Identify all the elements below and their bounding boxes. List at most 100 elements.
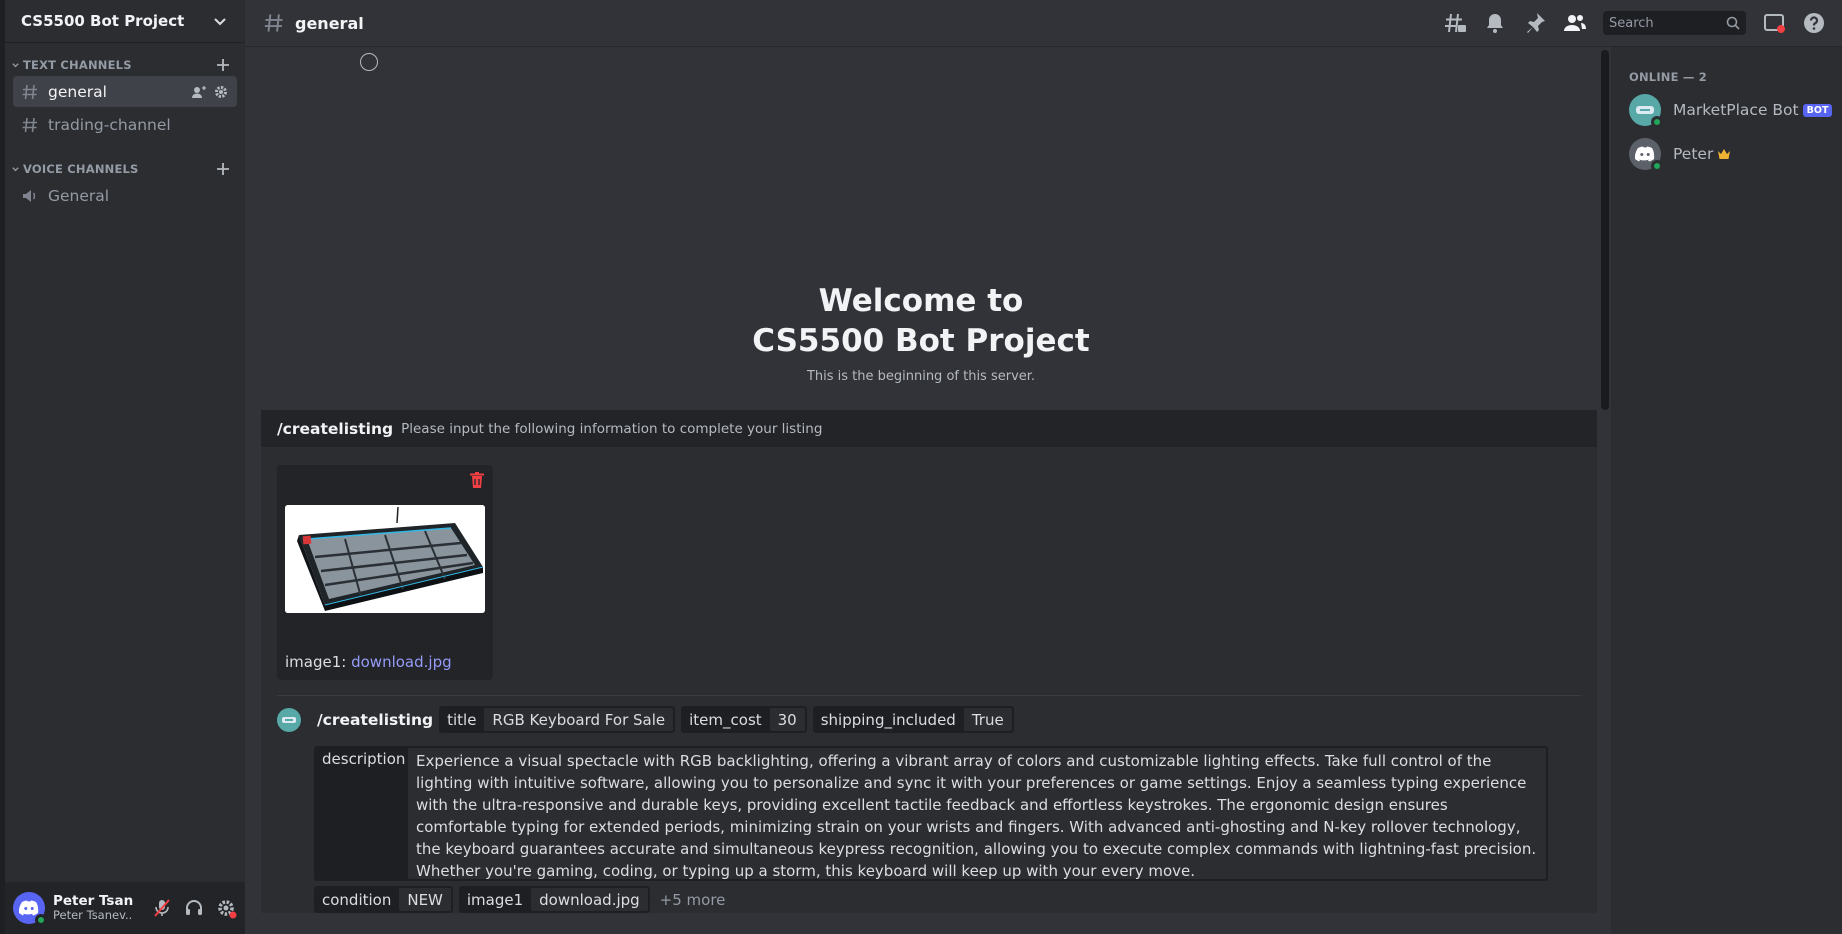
attachment-image[interactable] — [285, 505, 485, 613]
bot-badge: BOT — [1802, 103, 1833, 117]
server-header[interactable]: CS5500 Bot Project — [5, 0, 245, 43]
server-sidebar: CS5500 Bot Project TEXT CHANNELS general… — [5, 0, 245, 934]
invite-icon[interactable] — [191, 84, 207, 100]
voice-channels-category[interactable]: VOICE CHANNELS — [5, 160, 245, 178]
member-list: ONLINE — 2 MarketPlace Bot BOT Peter — [1611, 47, 1842, 934]
inbox-icon[interactable] — [1762, 11, 1786, 35]
attachment-key: image1: — [285, 653, 347, 671]
search-input[interactable]: Search — [1603, 11, 1746, 35]
slash-command-composer: /createlisting Please input the followin… — [261, 410, 1597, 913]
option-item-cost-chip[interactable]: item_cost 30 — [681, 706, 807, 733]
discord-logo-icon — [19, 900, 39, 916]
loading-spinner-icon — [360, 53, 378, 71]
online-heading: ONLINE — 2 — [1629, 70, 1707, 84]
option-value[interactable]: Experience a visual spectacle with RGB b… — [408, 748, 1546, 880]
notification-bell-icon[interactable] — [1483, 11, 1507, 35]
user-tag: Peter Tsanev... — [53, 908, 133, 922]
category-label: TEXT CHANNELS — [23, 58, 132, 72]
avatar[interactable] — [13, 892, 47, 926]
headphones-icon[interactable] — [183, 897, 205, 919]
option-value-link[interactable]: download.jpg — [531, 888, 648, 911]
option-value: True — [963, 708, 1012, 731]
mute-mic-icon[interactable] — [151, 897, 173, 919]
option-condition-chip[interactable]: condition NEW — [314, 886, 453, 913]
username: Peter Tsan... — [53, 894, 133, 908]
help-icon[interactable] — [1802, 11, 1826, 35]
hash-icon — [22, 84, 37, 99]
divider — [277, 695, 1581, 696]
discord-logo-icon — [1635, 146, 1655, 162]
add-channel-icon[interactable] — [215, 57, 231, 73]
option-shipping-chip[interactable]: shipping_included True — [812, 706, 1014, 733]
pin-icon[interactable] — [1523, 11, 1547, 35]
option-key: description — [322, 750, 406, 768]
option-image-chip[interactable]: image1 download.jpg — [458, 886, 650, 913]
attachment-link[interactable]: download.jpg — [351, 653, 452, 671]
category-label: VOICE CHANNELS — [23, 162, 139, 176]
add-channel-icon[interactable] — [215, 161, 231, 177]
option-key: condition — [322, 890, 392, 909]
channel-header: general Search — [245, 0, 1842, 47]
option-key: title — [447, 710, 477, 729]
option-key: item_cost — [689, 710, 762, 729]
server-name: CS5500 Bot Project — [21, 12, 185, 30]
command-options-row-2: condition NEW image1 download.jpg +5 mor… — [308, 886, 725, 913]
channel-label: trading-channel — [48, 115, 171, 134]
option-value: RGB Keyboard For Sale — [484, 708, 674, 731]
channel-label: general — [48, 82, 107, 101]
threads-icon[interactable] — [1443, 11, 1467, 35]
option-value: 30 — [769, 708, 805, 731]
search-icon — [1726, 16, 1740, 30]
bot-icon — [282, 716, 296, 723]
delete-attachment-icon[interactable] — [465, 469, 489, 493]
speaker-icon — [23, 189, 36, 202]
chat-area: Welcome to CS5500 Bot Project This is th… — [245, 47, 1611, 934]
option-title-chip[interactable]: title RGB Keyboard For Sale — [439, 706, 676, 733]
member-list-icon[interactable] — [1563, 11, 1587, 35]
message-command-name: /createlisting — [317, 710, 434, 729]
welcome-subtitle: This is the beginning of this server. — [806, 369, 1036, 384]
gear-icon[interactable] — [213, 84, 229, 100]
channel-title: general — [295, 13, 364, 33]
more-options[interactable]: +5 more — [660, 891, 726, 909]
chevron-down-icon — [12, 166, 19, 171]
command-name: /createlisting — [277, 419, 394, 438]
option-key: shipping_included — [820, 710, 956, 729]
search-placeholder: Search — [1609, 15, 1654, 31]
text-channels-category[interactable]: TEXT CHANNELS — [5, 56, 245, 74]
user-settings-icon[interactable] — [215, 897, 237, 919]
command-options-row: /createlisting title RGB Keyboard For Sa… — [277, 706, 1014, 733]
voice-channel-general[interactable]: General — [13, 180, 237, 211]
bot-avatar[interactable] — [277, 707, 301, 732]
option-value: NEW — [399, 888, 451, 911]
avatar — [1629, 94, 1663, 128]
command-hint: Please input the following information t… — [401, 420, 823, 437]
user-panel: Peter Tsan... Peter Tsanev... — [5, 882, 245, 934]
option-key: image1 — [466, 890, 524, 909]
attachment-card: image1: download.jpg — [277, 465, 493, 680]
online-status-icon — [1651, 116, 1663, 128]
bot-icon — [1636, 106, 1654, 114]
chevron-down-icon — [12, 62, 19, 67]
member-name: MarketPlace Bot — [1673, 101, 1799, 119]
command-header: /createlisting Please input the followin… — [261, 410, 1597, 447]
channel-trading[interactable]: trading-channel — [13, 109, 237, 140]
option-description-chip[interactable]: description Experience a visual spectacl… — [314, 746, 1548, 881]
hash-icon — [264, 14, 283, 32]
online-status-icon — [1651, 160, 1663, 172]
crown-icon — [1718, 149, 1731, 159]
channel-label: General — [48, 186, 110, 205]
scrollbar[interactable] — [1601, 50, 1609, 410]
attachment-label: image1: download.jpg — [285, 653, 452, 671]
member-marketplace-bot[interactable]: MarketPlace Bot BOT — [1611, 88, 1842, 132]
channel-general[interactable]: general — [13, 76, 237, 107]
keyboard-image-icon — [285, 505, 485, 613]
hash-icon — [22, 117, 37, 132]
welcome-heading-line2: CS5500 Bot Project — [752, 323, 1090, 359]
avatar — [1629, 138, 1663, 172]
member-name: Peter — [1673, 145, 1714, 163]
member-peter[interactable]: Peter — [1611, 132, 1842, 176]
welcome-heading-line1: Welcome to — [818, 283, 1024, 319]
chevron-down-icon — [214, 18, 226, 26]
online-status-icon — [35, 914, 47, 926]
